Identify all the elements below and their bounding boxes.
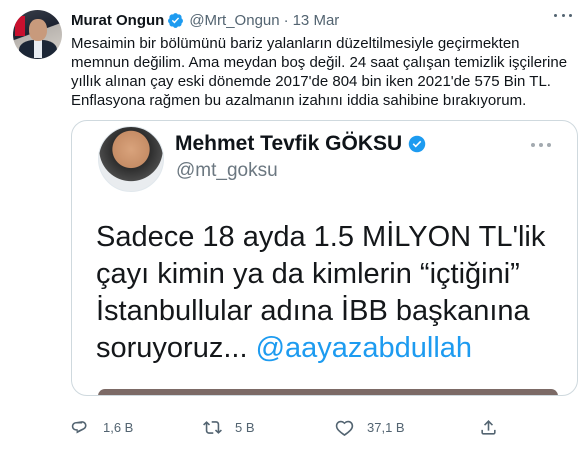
tweet-date[interactable]: 13 Mar — [293, 12, 340, 29]
media-author-name-row: Mehmet Tevfik GÖKSU — [175, 132, 426, 156]
avatar-shirt — [34, 40, 42, 58]
media-body-line: İstanbullular adına İBB başkanına — [96, 295, 530, 327]
author-handle[interactable]: @Mrt_Ongun — [189, 12, 279, 29]
reply-icon — [71, 420, 87, 433]
reply-button[interactable]: 1,6 B — [71, 416, 133, 438]
more-icon[interactable] — [554, 14, 572, 20]
retweet-button[interactable]: 5 B — [203, 416, 255, 438]
media-body-text: Sadece 18 ayda 1.5 MİLYON TL'lik çayı ki… — [96, 219, 566, 367]
media-author-handle: @mt_goksu — [176, 160, 278, 181]
media-more-icon — [531, 143, 551, 148]
retweet-count: 5 B — [235, 419, 255, 435]
reply-count: 1,6 B — [103, 419, 134, 435]
media-mention: @aayazabdullah — [255, 332, 473, 364]
author-avatar[interactable] — [13, 10, 62, 59]
like-count: 37,1 B — [367, 419, 405, 435]
avatar-flag — [15, 16, 25, 36]
media-author-avatar — [98, 126, 164, 192]
tweet-actions: 1,6 B 5 B 37,1 B — [71, 416, 501, 438]
tweet-text: Mesaimin bir bölümünü bariz yalanların d… — [71, 34, 576, 110]
tweet-text-line: memnun değilim. Ama meydan boş değil. 24… — [71, 54, 568, 71]
verified-badge-icon — [168, 12, 184, 28]
share-button[interactable] — [479, 416, 511, 438]
like-icon — [335, 420, 354, 436]
avatar-face — [29, 19, 47, 41]
tweet-header: Murat Ongun @Mrt_Ongun · 13 Mar — [71, 10, 339, 30]
media-body-line: çayı kimin ya da kimlerin “içtiğini” — [96, 258, 520, 290]
tweet-text-line: Enflasyona rağmen bu azalmanın izahını i… — [71, 92, 527, 109]
media-next-item-strip — [98, 389, 558, 395]
tweet[interactable]: Murat Ongun @Mrt_Ongun · 13 Mar Mesaimin… — [0, 0, 588, 453]
share-icon — [481, 419, 496, 435]
tweet-text-line: yıllık alınan çay eski dönemde 2017'de 8… — [71, 73, 551, 90]
tweet-media-image[interactable]: Mehmet Tevfik GÖKSU @mt_goksu Sadece 18 … — [71, 120, 578, 396]
media-body-last-line: soruyoruz... @aayazabdullah — [96, 330, 566, 367]
header-separator: · — [283, 11, 289, 29]
tweet-text-line: Mesaimin bir bölümünü bariz yalanların d… — [71, 35, 520, 52]
retweet-icon — [203, 420, 222, 434]
media-body-line: Sadece 18 ayda 1.5 MİLYON TL'lik — [96, 221, 546, 253]
media-verified-badge-icon — [408, 135, 426, 153]
media-body-last-text: soruyoruz... — [96, 332, 248, 364]
author-name[interactable]: Murat Ongun — [71, 12, 164, 29]
like-button[interactable]: 37,1 B — [335, 416, 405, 438]
media-author-name: Mehmet Tevfik GÖKSU — [175, 132, 403, 155]
